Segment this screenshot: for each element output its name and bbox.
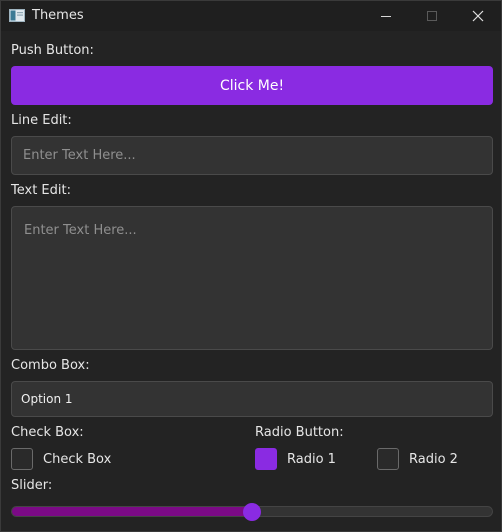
click-me-button[interactable]: Click Me! (11, 66, 493, 105)
radio-1-indicator[interactable] (255, 448, 277, 470)
line-edit-placeholder: Enter Text Here... (23, 148, 136, 163)
line-edit-input[interactable]: Enter Text Here... (11, 136, 493, 175)
check-box-label: Check Box: (11, 425, 84, 440)
themes-window: Themes Push Button: Click Me! Line Edit:… (0, 0, 502, 532)
window-title: Themes (32, 8, 84, 23)
push-button-label: Push Button: (11, 43, 94, 58)
slider-track[interactable] (11, 503, 493, 521)
title-bar: Themes (1, 1, 501, 31)
maximize-icon (427, 11, 437, 21)
radio-2-label[interactable]: Radio 2 (409, 452, 458, 467)
radio-button-label: Radio Button: (255, 425, 344, 440)
maximize-button[interactable] (409, 1, 455, 31)
check-box-option-label[interactable]: Check Box (43, 452, 111, 467)
close-icon (472, 10, 484, 22)
check-box[interactable] (11, 448, 33, 470)
radio-1-label[interactable]: Radio 1 (287, 452, 336, 467)
slider-label: Slider: (11, 478, 53, 493)
combo-box-label: Combo Box: (11, 358, 90, 373)
close-button[interactable] (455, 1, 501, 31)
text-edit-label: Text Edit: (11, 183, 71, 198)
minimize-button[interactable] (363, 1, 409, 31)
minimize-icon (381, 16, 391, 17)
combo-box[interactable]: Option 1 (11, 381, 493, 417)
radio-2-indicator[interactable] (377, 448, 399, 470)
text-edit-placeholder: Enter Text Here... (24, 223, 137, 238)
line-edit-label: Line Edit: (11, 113, 72, 128)
app-window-icon (9, 9, 25, 22)
combo-box-selected-value: Option 1 (21, 392, 73, 406)
slider-handle[interactable] (243, 503, 261, 521)
slider-fill (12, 507, 252, 516)
text-edit-area[interactable]: Enter Text Here... (11, 206, 493, 350)
